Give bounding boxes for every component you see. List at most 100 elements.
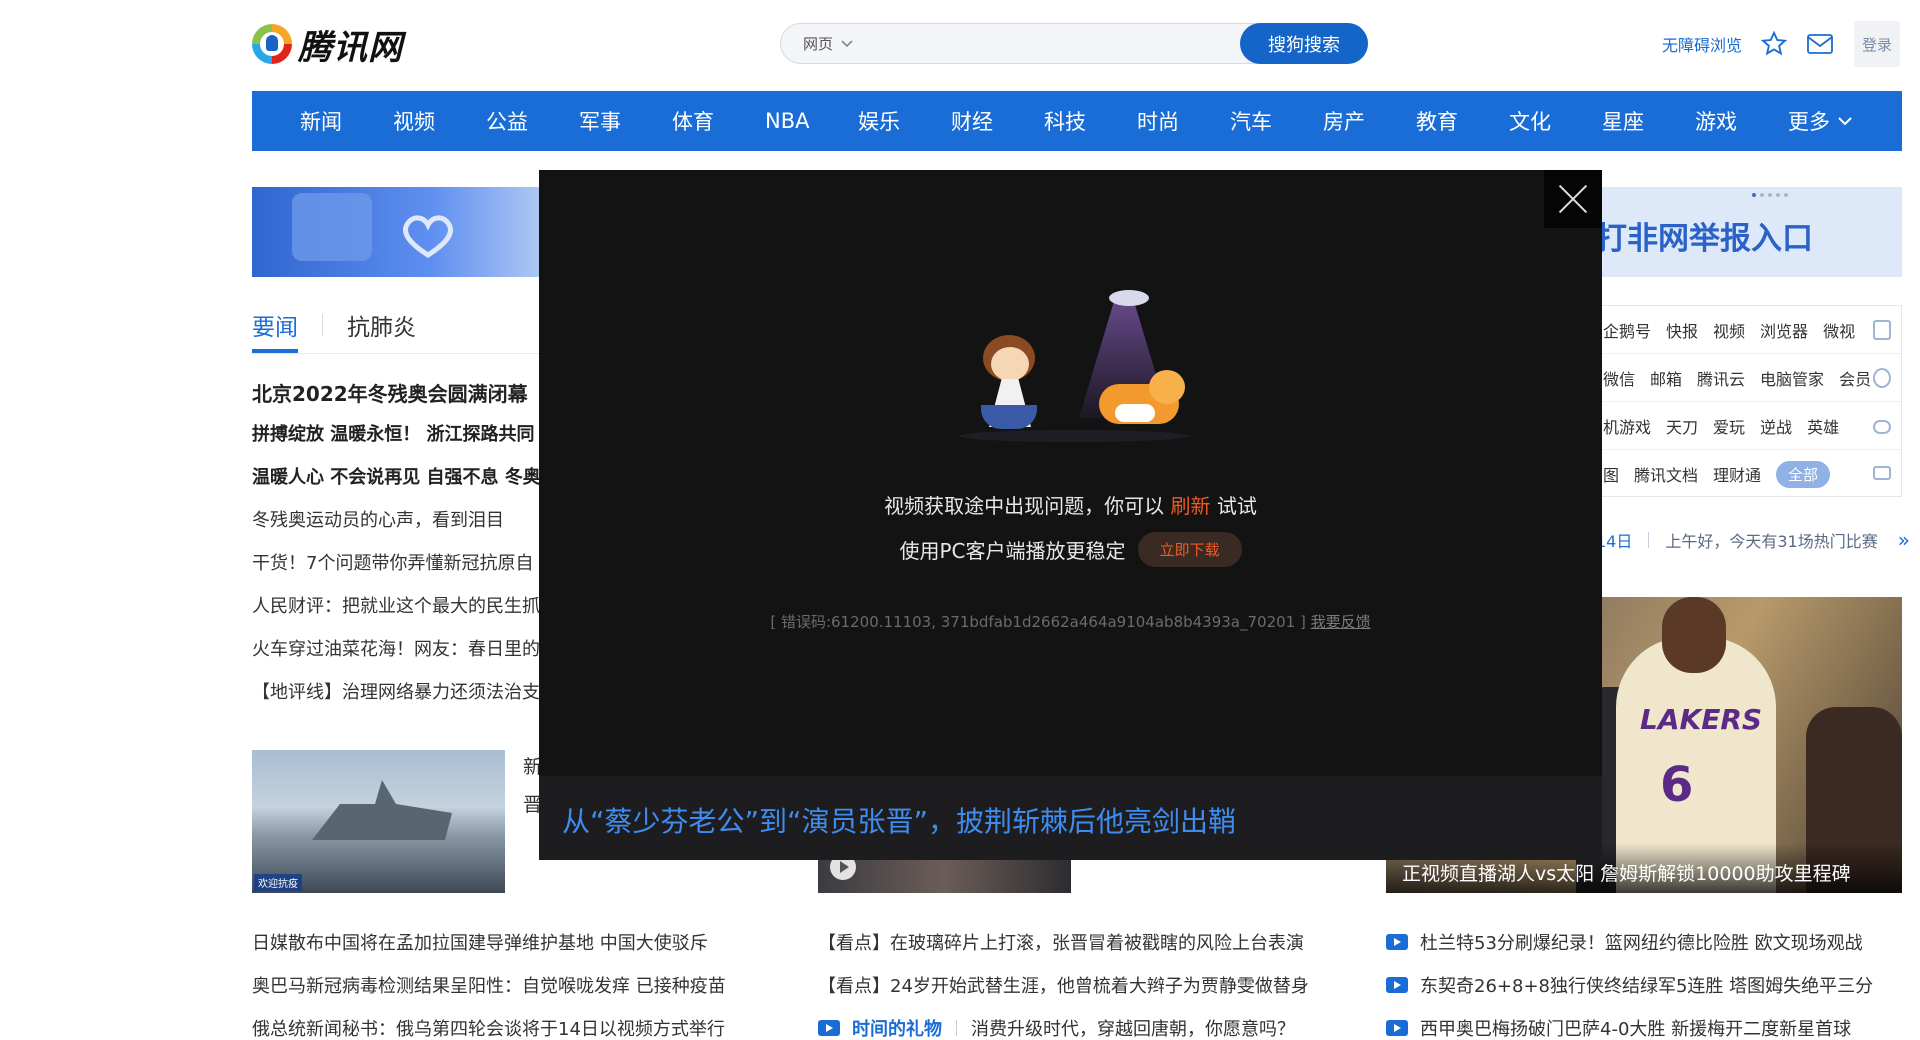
service-link[interactable]: 腾讯文档 xyxy=(1634,462,1698,486)
monitor-icon xyxy=(1873,466,1891,480)
service-link[interactable]: 微视 xyxy=(1823,318,1855,342)
news-link[interactable]: 日媒散布中国将在孟加拉国建导弹维护基地 中国大使驳斥 xyxy=(252,920,726,963)
video-news-link[interactable]: 杜兰特53分刷爆纪录！篮网纽约德比险胜 欧文现场观战 xyxy=(1386,920,1873,963)
error-message: 视频获取途中出现问题，你可以 刷新 试试 xyxy=(539,490,1602,519)
service-link[interactable]: 天刀 xyxy=(1666,414,1698,438)
service-link[interactable]: 腾讯云 xyxy=(1697,366,1745,390)
thumbnail-caption: 欢迎抗疫 xyxy=(254,874,302,891)
accessibility-link[interactable]: 无障碍浏览 xyxy=(1662,32,1742,56)
search-type-label: 网页 xyxy=(803,35,834,53)
nav-item-house[interactable]: 房产 xyxy=(1323,106,1416,136)
nav-item-auto[interactable]: 汽车 xyxy=(1230,106,1323,136)
header-tools: 无障碍浏览 登录 xyxy=(1662,21,1901,67)
gift-title: 时间的礼物 xyxy=(852,1018,942,1040)
video-player-modal: 视频获取途中出现问题，你可以 刷新 试试 使用PC客户端播放更稳定 立即下载 [… xyxy=(539,170,1602,860)
error-message-prefix: 视频获取途中出现问题，你可以 xyxy=(884,494,1165,518)
feedback-link[interactable]: 我要反馈 xyxy=(1311,613,1371,631)
nav-item-tech[interactable]: 科技 xyxy=(1044,106,1137,136)
news-list-bottom-mid: 【看点】在玻璃碎片上打滚，张晋冒着被戳瞎的风险上台表演 【看点】24岁开始武替生… xyxy=(818,920,1309,1040)
video-news-link[interactable]: 东契奇26+8+8独行侠终结绿军5连胜 塔图姆失绝平三分 xyxy=(1386,963,1873,1006)
search-type-select[interactable]: 网页 xyxy=(781,33,891,54)
tencent-logo[interactable]: 腾讯网 xyxy=(252,22,403,68)
report-banner-text: 打非网举报入口 xyxy=(1596,221,1813,257)
close-icon[interactable] xyxy=(1544,170,1602,228)
mobile-icon xyxy=(1873,320,1891,340)
news-thumbnail-navy[interactable]: 欢迎抗疫 xyxy=(252,750,505,893)
news-link[interactable]: 奥巴马新冠病毒检测结果呈阳性：自觉喉咙发痒 已接种疫苗 xyxy=(252,963,726,1006)
chevron-down-icon xyxy=(1838,116,1852,125)
double-chevron-right-icon[interactable]: » xyxy=(1898,528,1910,552)
nav-item-charity[interactable]: 公益 xyxy=(486,106,579,136)
error-code-text: [ 错误码:61200.11103, 371bdfab1d2662a464a91… xyxy=(770,613,1306,631)
heart-icon xyxy=(403,215,453,258)
service-link[interactable]: 浏览器 xyxy=(1760,318,1808,342)
nav-item-nba[interactable]: NBA xyxy=(765,109,858,133)
page-root: 腾讯网 网页 搜狗搜索 无障碍浏览 登录 新闻 视频 公益 军事 体育 NBA … xyxy=(0,0,1920,1040)
error-code: [ 错误码:61200.11103, 371bdfab1d2662a464a91… xyxy=(539,611,1602,632)
star-icon[interactable] xyxy=(1760,30,1788,58)
report-banner[interactable]: 打非网举报入口 xyxy=(1596,187,1902,277)
nav-item-fashion[interactable]: 时尚 xyxy=(1137,106,1230,136)
service-link[interactable]: 电脑管家 xyxy=(1760,366,1824,390)
video-icon xyxy=(1386,933,1408,950)
news-link[interactable]: 【看点】在玻璃碎片上打滚，张晋冒着被戳瞎的风险上台表演 xyxy=(818,920,1309,963)
sports-text: 上午好，今天有31场热门比赛 xyxy=(1665,532,1878,551)
main-nav: 新闻 视频 公益 军事 体育 NBA 娱乐 财经 科技 时尚 汽车 房产 教育 … xyxy=(252,91,1902,151)
nav-item-games[interactable]: 游戏 xyxy=(1695,106,1788,136)
nav-item-astro[interactable]: 星座 xyxy=(1602,106,1695,136)
service-link[interactable]: 邮箱 xyxy=(1650,366,1682,390)
video-news-text: 杜兰特53分刷爆纪录！篮网纽约德比险胜 欧文现场观战 xyxy=(1420,932,1863,954)
service-link[interactable]: 快报 xyxy=(1666,318,1698,342)
service-link[interactable]: 图 xyxy=(1603,462,1619,486)
service-link[interactable]: 机游戏 xyxy=(1603,414,1651,438)
gift-text: 消费升级时代，穿越回唐朝，你愿意吗？ xyxy=(971,1018,1295,1040)
nav-more[interactable]: 更多 xyxy=(1788,106,1852,136)
refresh-link[interactable]: 刷新 xyxy=(1171,494,1211,518)
news-list-bottom-right: 杜兰特53分刷爆纪录！篮网纽约德比险胜 欧文现场观战 东契奇26+8+8独行侠终… xyxy=(1386,920,1873,1040)
banner-left[interactable] xyxy=(252,187,552,277)
video-news-text: 东契奇26+8+8独行侠终结绿军5连胜 塔图姆失绝平三分 xyxy=(1420,975,1874,997)
nav-item-culture[interactable]: 文化 xyxy=(1509,106,1602,136)
nav-item-finance[interactable]: 财经 xyxy=(951,106,1044,136)
service-link[interactable]: 理财通 xyxy=(1713,462,1761,486)
service-link[interactable]: 爱玩 xyxy=(1713,414,1745,438)
news-link[interactable]: 【看点】24岁开始武替生涯，他曾梳着大辫子为贾静雯做替身 xyxy=(818,963,1309,1006)
nav-item-entertainment[interactable]: 娱乐 xyxy=(858,106,951,136)
video-icon xyxy=(818,1019,840,1036)
error-illustration xyxy=(919,280,1219,450)
mail-icon[interactable] xyxy=(1806,33,1834,55)
download-button[interactable]: 立即下载 xyxy=(1137,532,1242,567)
services-row: 图 腾讯文档 理财通 全部 xyxy=(1597,450,1901,498)
service-link[interactable]: 英雄 xyxy=(1807,414,1839,438)
video-icon xyxy=(1386,976,1408,993)
video-title[interactable]: 从“蔡少芬老公”到“演员张晋”，披荆斩棘后他亮剑出鞘 xyxy=(539,776,1602,860)
logo-text: 腾讯网 xyxy=(298,27,403,68)
services-row: 企鹅号 快报 视频 浏览器 微视 xyxy=(1597,306,1901,354)
service-link[interactable]: 微信 xyxy=(1603,366,1635,390)
all-services-button[interactable]: 全部 xyxy=(1776,460,1831,488)
video-icon xyxy=(1386,1019,1408,1036)
video-news-link[interactable]: 西甲奥巴梅扬破门巴萨4-0大胜 新援梅开二度新星首球 xyxy=(1386,1006,1873,1040)
vip-icon xyxy=(1873,368,1891,388)
sports-ticker[interactable]: 14日 上午好，今天有31场热门比赛 » xyxy=(1596,528,1910,552)
nav-item-education[interactable]: 教育 xyxy=(1416,106,1509,136)
error-message-suffix: 试试 xyxy=(1216,494,1257,518)
search-button[interactable]: 搜狗搜索 xyxy=(1240,23,1368,64)
news-list-bottom-left: 日媒散布中国将在孟加拉国建导弹维护基地 中国大使驳斥 奥巴马新冠病毒检测结果呈阳… xyxy=(252,920,726,1040)
login-button[interactable]: 登录 xyxy=(1854,21,1901,67)
service-link[interactable]: 视频 xyxy=(1713,318,1745,342)
nav-item-sports[interactable]: 体育 xyxy=(672,106,765,136)
nav-item-video[interactable]: 视频 xyxy=(393,106,486,136)
banner-dots xyxy=(1752,193,1788,197)
tab-top-news[interactable]: 要闻 xyxy=(252,308,298,353)
news-link[interactable]: 俄总统新闻秘书：俄乌第四轮会谈将于14日以视频方式举行 xyxy=(252,1006,726,1040)
gift-news-link[interactable]: 时间的礼物 消费升级时代，穿越回唐朝，你愿意吗？ xyxy=(818,1006,1309,1040)
tab-covid[interactable]: 抗肺炎 xyxy=(347,308,416,353)
nav-item-news[interactable]: 新闻 xyxy=(300,106,393,136)
service-link[interactable]: 企鹅号 xyxy=(1603,318,1651,342)
nav-item-military[interactable]: 军事 xyxy=(579,106,672,136)
service-link[interactable]: 会员 xyxy=(1839,366,1871,390)
service-link[interactable]: 逆战 xyxy=(1760,414,1792,438)
divider xyxy=(956,1019,957,1036)
tencent-logo-icon xyxy=(252,24,292,64)
